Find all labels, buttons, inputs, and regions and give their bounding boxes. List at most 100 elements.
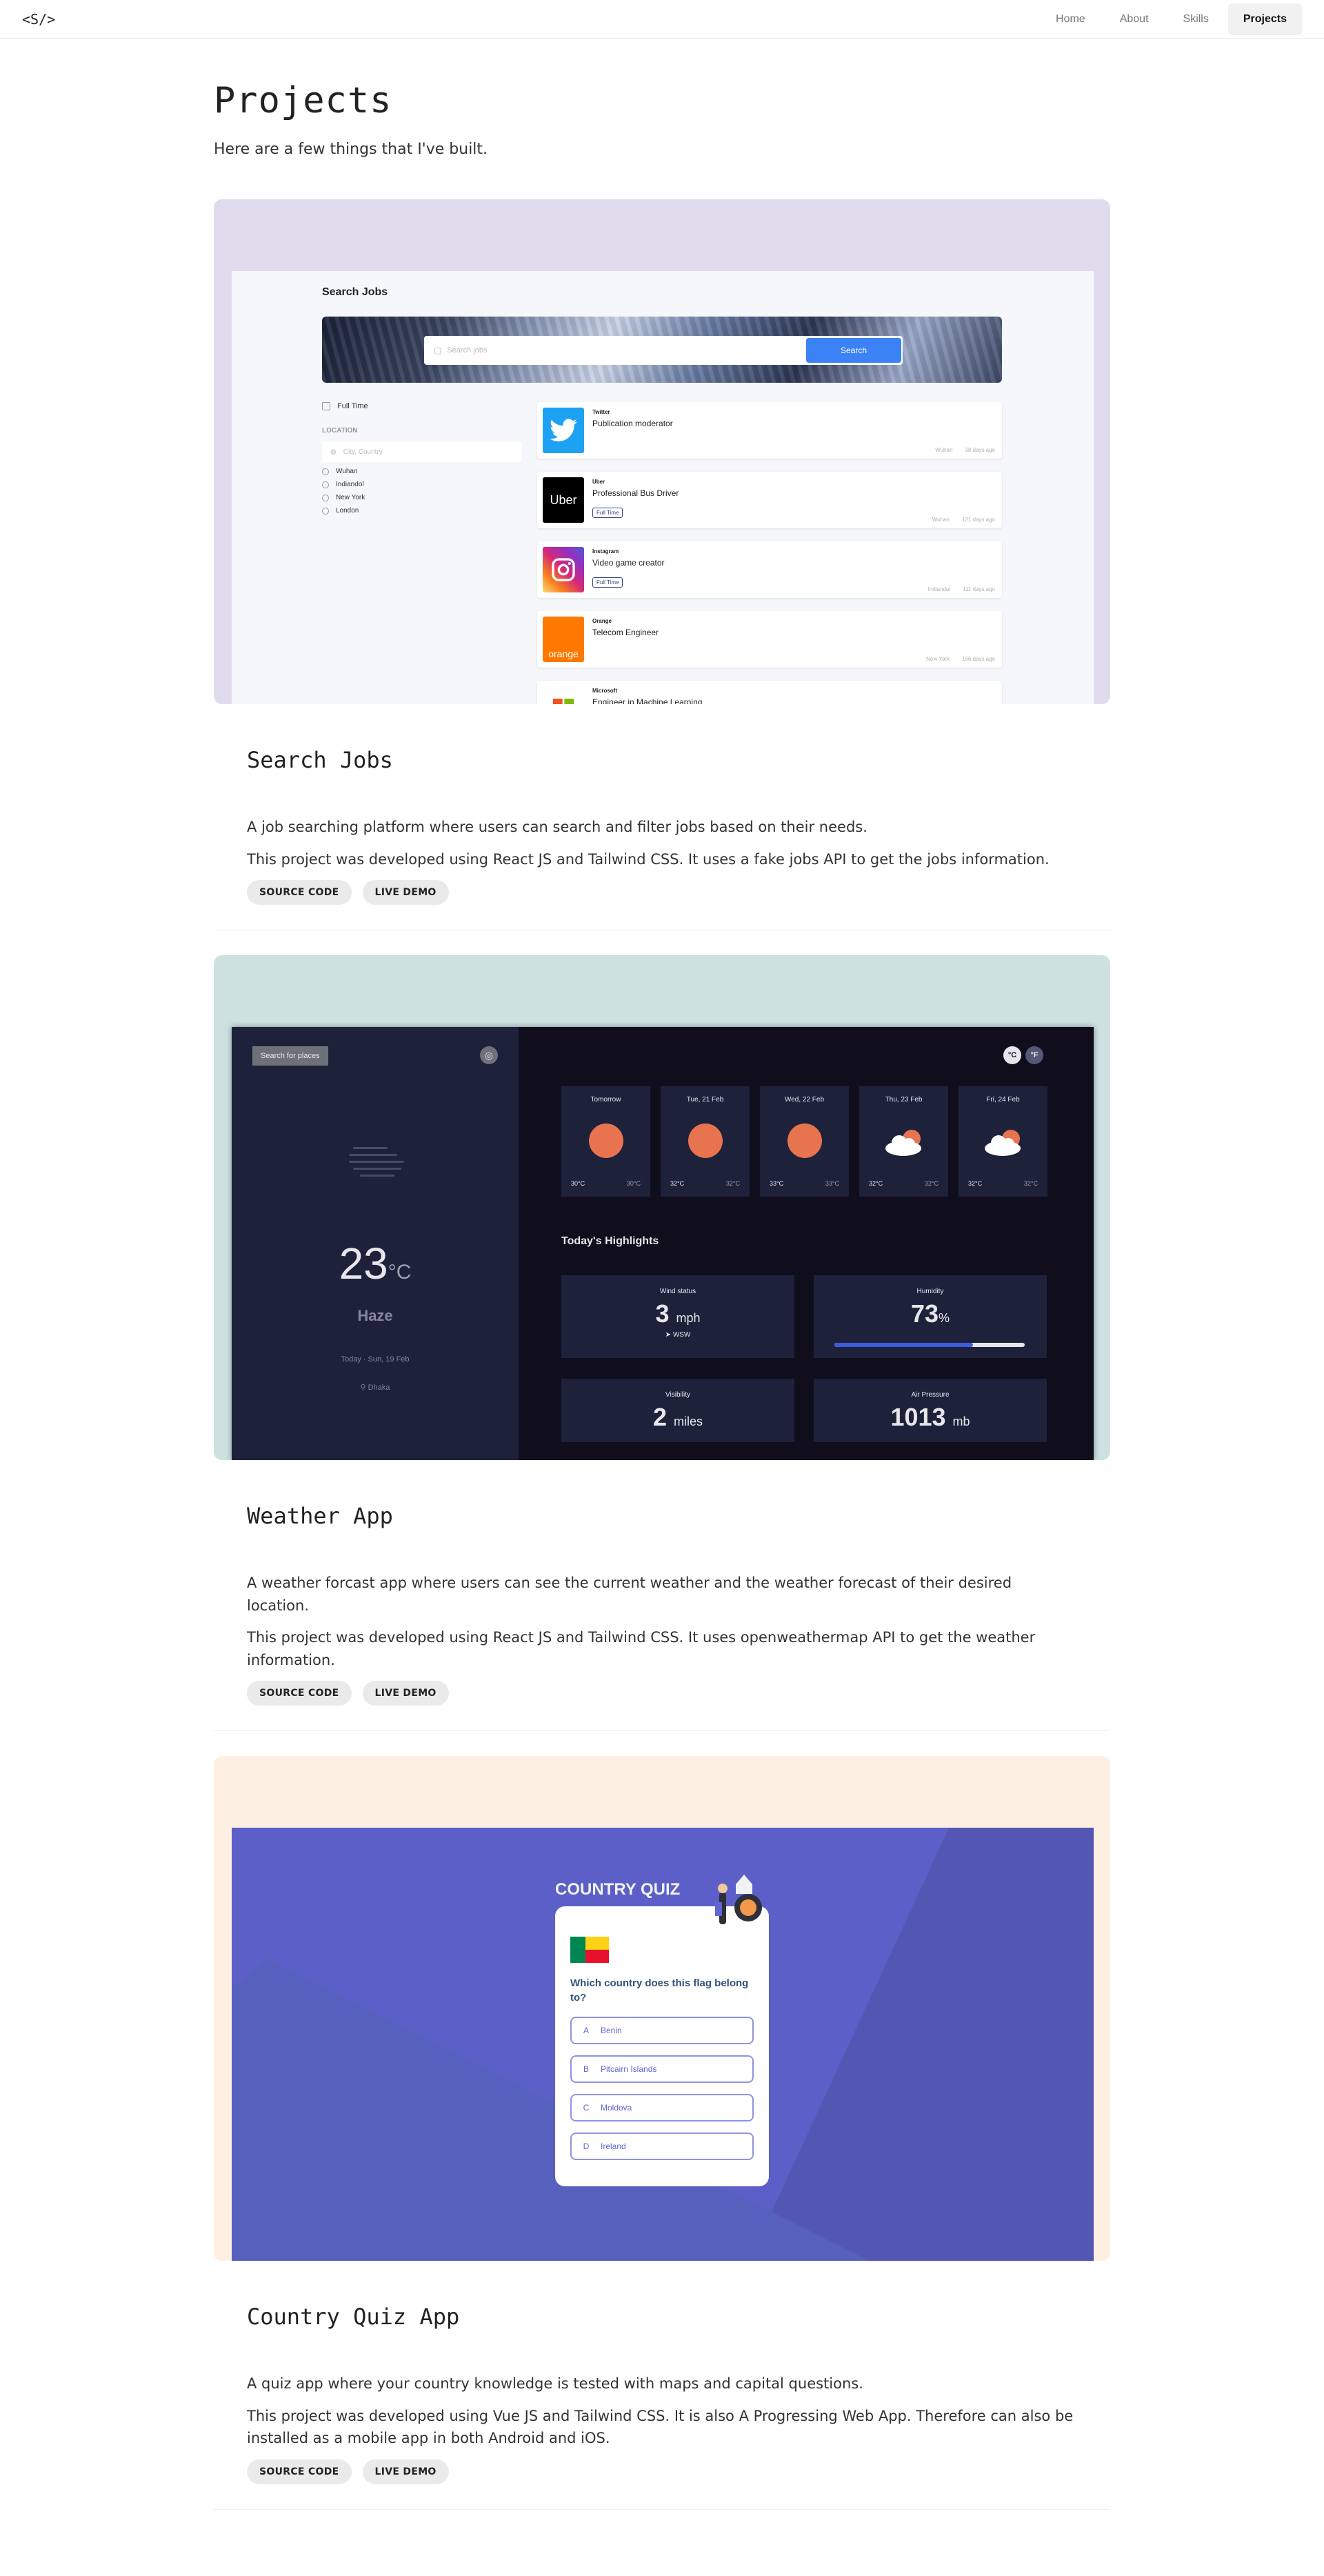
source-code-button[interactable]: SOURCE CODE <box>247 880 352 906</box>
temp-unit: °C <box>388 1261 412 1284</box>
haze-line <box>349 1154 397 1157</box>
weather-left-panel: Search for places ◎ 23°C Haze Today · Su… <box>232 1027 519 1461</box>
sun-icon <box>589 1124 623 1159</box>
search-jobs-screenshot: Search Jobs ▢ Search jobs Search Full Ti… <box>232 271 1094 704</box>
option-key: C <box>583 2103 590 2113</box>
humidity-bar <box>834 1343 1025 1348</box>
visibility-label: Visibility <box>665 1391 690 1399</box>
jobs-search-box: ▢ Search jobs Search <box>424 336 903 365</box>
source-code-button[interactable]: SOURCE CODE <box>247 1681 352 1706</box>
divider <box>214 2508 1110 2510</box>
visibility-tile: Visibility 2 miles <box>561 1379 794 1443</box>
jobs-hero-banner: ▢ Search jobs Search <box>322 317 1002 383</box>
location-input: ◍ City, Country <box>322 441 522 462</box>
bg-shape <box>749 1828 1094 2262</box>
site-logo[interactable]: <S/> <box>22 11 55 28</box>
forecast-day: Wed, 22 Feb <box>784 1096 825 1104</box>
nav-link-about[interactable]: About <box>1105 3 1164 35</box>
live-demo-button[interactable]: LIVE DEMO <box>362 1681 449 1706</box>
project-title: Weather App <box>247 1503 393 1530</box>
radio-circle <box>322 507 329 515</box>
project-buttons: SOURCE CODE LIVE DEMO <box>247 880 1077 906</box>
project-title: Search Jobs <box>247 747 393 773</box>
forecast-day: Tomorrow <box>590 1096 621 1104</box>
job-time: 38 days ago <box>965 447 995 453</box>
project-buttons: SOURCE CODE LIVE DEMO <box>247 1681 1077 1706</box>
temp-value: 23 <box>339 1239 388 1289</box>
city-name: Dhaka <box>368 1384 390 1392</box>
jobs-search-button: Search <box>806 338 901 363</box>
globe-icon: ◍ <box>330 448 337 456</box>
pressure-number: 1013 <box>890 1403 946 1432</box>
project-tech-description: This project was developed using React J… <box>247 850 1050 868</box>
haze-line <box>353 1147 388 1150</box>
sun-icon <box>688 1124 723 1159</box>
forecast-day: Thu, 23 Feb <box>885 1096 923 1104</box>
humidity-number: 73 <box>910 1299 939 1328</box>
quiz-option: C Moldova <box>570 2094 754 2122</box>
top-nav: <S/> Home About Skills Projects <box>0 0 1324 39</box>
source-code-button[interactable]: SOURCE CODE <box>247 2459 352 2484</box>
option-key: A <box>583 2026 589 2036</box>
job-meta: Wuhan 38 days ago <box>935 447 995 453</box>
job-company: Microsoft <box>592 688 617 694</box>
instagram-logo-icon <box>543 547 584 592</box>
forecast-low: 32°C <box>670 1180 685 1188</box>
visibility-value: 2 miles <box>561 1403 794 1432</box>
jobs-filter-sidebar: Full Time LOCATION ◍ City, Country Wuhan … <box>322 402 522 515</box>
humidity-value: 73% <box>814 1299 1047 1328</box>
option-key: D <box>583 2141 590 2152</box>
adventure-illustration-icon <box>715 1875 762 1925</box>
project-country-quiz: COUNTRY QUIZ Which country does this fla… <box>214 1756 1110 2510</box>
option-label: Benin <box>601 2026 622 2036</box>
job-role: Video game creator <box>592 558 665 568</box>
nav-link-home[interactable]: Home <box>1041 3 1101 35</box>
option-label: Ireland <box>601 2141 626 2152</box>
job-meta: Wuhan 121 days ago <box>932 517 995 523</box>
option-key: B <box>583 2064 589 2075</box>
job-location: New York <box>926 656 950 662</box>
option-label: Pitcairn Islands <box>601 2064 657 2075</box>
forecast-card: Thu, 23 Feb 32°C 32°C <box>859 1086 948 1197</box>
highlights-title: Today's Highlights <box>561 1235 659 1248</box>
job-role: Publication moderator <box>592 419 673 428</box>
job-time: 166 days ago <box>961 656 995 662</box>
forecast-high: 33°C <box>825 1180 839 1188</box>
forecast-high: 32°C <box>725 1180 740 1188</box>
live-demo-button[interactable]: LIVE DEMO <box>362 880 449 906</box>
briefcase-icon: ▢ <box>434 346 442 355</box>
fahrenheit-toggle: °F <box>1025 1046 1043 1065</box>
city-label: Indiandol <box>336 481 364 488</box>
job-card: orange Orange Telecom Engineer New York 1… <box>537 611 1002 668</box>
city-label: London <box>336 507 359 515</box>
navigation-arrow-icon: ➤ <box>665 1331 673 1339</box>
project-preview: COUNTRY QUIZ Which country does this fla… <box>214 1756 1110 2262</box>
nav-link-skills[interactable]: Skills <box>1168 3 1224 35</box>
cloud-sun-icon <box>985 1130 1021 1157</box>
nav-link-projects[interactable]: Projects <box>1227 3 1302 35</box>
wind-label: Wind status <box>659 1288 696 1296</box>
sun-icon <box>788 1124 822 1159</box>
job-role: Professional Bus Driver <box>592 488 679 498</box>
pressure-unit: mb <box>952 1415 970 1429</box>
forecast-day: Fri, 24 Feb <box>986 1096 1020 1104</box>
project-preview: Search for places ◎ 23°C Haze Today · Su… <box>214 955 1110 1461</box>
microsoft-logo-icon <box>543 686 584 704</box>
pressure-label: Air Pressure <box>911 1391 950 1399</box>
location-target-icon: ◎ <box>480 1046 498 1065</box>
project-description: A quiz app where your country knowledge … <box>247 2375 863 2393</box>
location-label: LOCATION <box>322 427 358 435</box>
fulltime-checkbox: Full Time <box>322 402 522 410</box>
project-info: Search Jobs A job searching platform whe… <box>214 747 1110 906</box>
pressure-tile: Air Pressure 1013 mb <box>814 1379 1047 1443</box>
map-pin-icon: ⚲ <box>360 1384 368 1392</box>
country-quiz-screenshot: COUNTRY QUIZ Which country does this fla… <box>232 1828 1094 2262</box>
wind-tile: Wind status 3 mph ➤ WSW <box>561 1275 794 1359</box>
job-location: Wuhan <box>932 517 950 523</box>
humidity-bar-fill <box>834 1343 974 1348</box>
uber-logo-icon: Uber <box>543 477 584 523</box>
forecast-low: 33°C <box>770 1180 784 1188</box>
job-meta: New York 166 days ago <box>926 656 995 662</box>
forecast-card: Fri, 24 Feb 32°C 32°C <box>959 1086 1047 1197</box>
live-demo-button[interactable]: LIVE DEMO <box>362 2459 449 2484</box>
